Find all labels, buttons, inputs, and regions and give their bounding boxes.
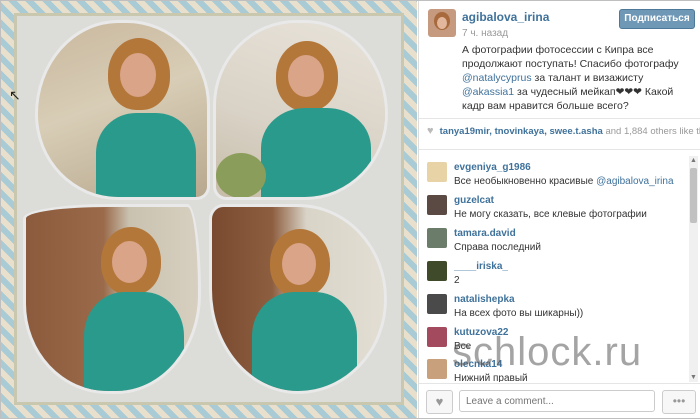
collage-photo-top-left — [35, 20, 210, 200]
author-avatar[interactable] — [428, 9, 456, 37]
follow-button[interactable]: Подписаться — [619, 9, 695, 29]
comment-text: Не могу сказать, все клевые фотографии — [454, 209, 647, 220]
commenter-username[interactable]: evgeniya_g1986 — [454, 162, 531, 173]
commenter-avatar[interactable] — [427, 294, 447, 314]
comment-item: guzelcat Не могу сказать, все клевые фот… — [427, 193, 682, 227]
likers-list[interactable]: tanya19mir, tnovinkaya, swee.t.asha — [440, 126, 603, 137]
commenter-username[interactable]: ____iriska_ — [454, 261, 508, 272]
comment-item: tamara.david Справа последний — [427, 226, 682, 260]
comment-text: 2 — [454, 275, 460, 286]
commenter-avatar[interactable] — [427, 359, 447, 379]
caption-text: за талант и визажисту — [531, 72, 644, 84]
commenter-avatar[interactable] — [427, 195, 447, 215]
like-button[interactable]: ♥ — [426, 390, 453, 414]
commenter-avatar[interactable] — [427, 261, 447, 281]
post-caption: А фотографии фотосессии с Кипра все прод… — [462, 43, 694, 113]
mouse-cursor-icon: ↖ — [9, 87, 21, 103]
scroll-down-icon[interactable]: ▼ — [689, 373, 698, 382]
comment-text: Все необыкновенно красивые @agibalova_ir… — [454, 176, 674, 187]
comment-item: natalishepka На всех фото вы шикарны)) — [427, 292, 682, 326]
comment-text: На всех фото вы шикарны)) — [454, 308, 584, 319]
comments-scrollbar[interactable]: ▲ ▼ — [689, 156, 698, 382]
comment-text: Справа последний — [454, 242, 541, 253]
comment-input[interactable] — [459, 390, 655, 412]
collage-photo-bottom-right — [209, 204, 387, 394]
heart-icon: ♥ — [435, 394, 444, 409]
watermark: schlock.ru — [452, 330, 643, 374]
caption-text: А фотографии фотосессии с Кипра все прод… — [462, 44, 679, 70]
comment-bar: ♥ ••• — [419, 383, 700, 419]
post-photo: ↖ — [1, 1, 417, 418]
collage-photo-top-right — [213, 20, 388, 200]
commenter-username[interactable]: guzelcat — [454, 195, 494, 206]
author-username[interactable]: agibalova_irina — [462, 10, 549, 24]
commenter-username[interactable]: tamara.david — [454, 228, 516, 239]
likes-summary: ♥ tanya19mir, tnovinkaya, swee.t.asha an… — [427, 125, 700, 137]
commenter-avatar[interactable] — [427, 162, 447, 182]
comment-mention[interactable]: @agibalova_irina — [596, 176, 673, 187]
likes-count-text: and 1,884 others like this. — [605, 126, 700, 137]
photo-collage — [14, 13, 404, 405]
post-timestamp: 7 ч. назад — [462, 28, 509, 39]
heart-icon: ♥ — [427, 125, 434, 137]
comment-item: evgeniya_g1986 Все необыкновенно красивы… — [427, 160, 682, 194]
commenter-avatar[interactable] — [427, 327, 447, 347]
caption-mention-photographer[interactable]: @natalycyprus — [462, 72, 532, 84]
divider — [419, 149, 700, 150]
collage-photo-bottom-left — [23, 204, 201, 394]
scrollbar-thumb[interactable] — [690, 168, 697, 223]
caption-mention-makeup[interactable]: @akassia1 — [462, 86, 514, 98]
scroll-up-icon[interactable]: ▲ — [689, 156, 698, 165]
comment-item: ____iriska_ 2 — [427, 259, 682, 293]
commenter-avatar[interactable] — [427, 228, 447, 248]
commenter-username[interactable]: natalishepka — [454, 294, 515, 305]
more-options-button[interactable]: ••• — [662, 390, 696, 414]
divider — [419, 118, 700, 119]
